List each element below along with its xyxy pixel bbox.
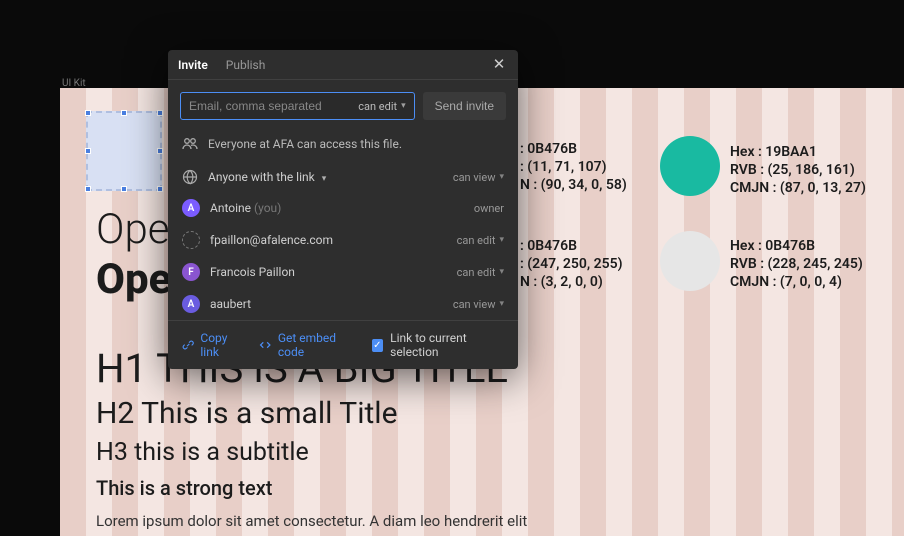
person-name: Francois Paillon xyxy=(210,265,447,279)
hex-label: : 0B476B xyxy=(520,237,623,255)
chevron-down-icon: ▾ xyxy=(499,267,504,277)
people-list: Anyone with the link ▾ can view ▾ A Anto… xyxy=(168,162,518,320)
perm-dropdown[interactable]: can edit ▾ xyxy=(457,266,504,279)
people-icon xyxy=(182,136,198,152)
hex-label: Hex : 19BAA1 xyxy=(730,143,866,161)
modal-footer: Copy link Get embed code ✓ Link to curre… xyxy=(168,320,518,369)
perm-owner: owner xyxy=(474,202,504,215)
person-row: F Francois Paillon can edit ▾ xyxy=(182,256,504,288)
chevron-down-icon[interactable]: ▾ xyxy=(322,174,327,184)
cmjn-label: CMJN : (7, 0, 0, 4) xyxy=(730,273,863,291)
person-name: Antoine (you) xyxy=(210,201,464,215)
tab-invite[interactable]: Invite xyxy=(178,52,208,78)
color-swatch-green xyxy=(660,136,720,196)
invite-modal: Invite Publish ✕ can edit ▾ Send invite … xyxy=(168,50,518,369)
perm-dropdown[interactable]: can view ▾ xyxy=(453,298,504,311)
perm-label: can view xyxy=(453,171,496,184)
person-row: A aaubert can view ▾ xyxy=(182,288,504,320)
email-input-wrap: can edit ▾ xyxy=(180,92,415,120)
cmjn-label: CMJN : (87, 0, 13, 27) xyxy=(730,179,866,197)
anyone-with-link-row: Anyone with the link ▾ can view ▾ xyxy=(182,162,504,192)
h2-text: H2 This is a small Title xyxy=(96,396,398,431)
avatar-initial: A xyxy=(188,299,195,310)
resize-handle[interactable] xyxy=(157,110,163,116)
paragraph-text: Lorem ipsum dolor sit amet consectetur. … xyxy=(96,510,527,533)
color-info-left-bot: : 0B476B : (247, 250, 255) N : (3, 2, 0,… xyxy=(520,237,623,292)
resize-handle[interactable] xyxy=(121,110,127,116)
anyone-link-text: Anyone with the link xyxy=(208,170,315,184)
cmjn-label: N : (3, 2, 0, 0) xyxy=(520,273,623,291)
copy-link-label: Copy link xyxy=(200,331,243,359)
perm-dropdown[interactable]: can view ▾ xyxy=(453,171,504,184)
hex-label: : 0B476B xyxy=(520,140,627,158)
invite-row: can edit ▾ Send invite xyxy=(168,80,518,132)
modal-header: Invite Publish ✕ xyxy=(168,50,518,80)
avatar: A xyxy=(182,295,200,313)
resize-handle[interactable] xyxy=(121,186,127,192)
tab-publish[interactable]: Publish xyxy=(226,52,266,78)
open-light-text: Ope xyxy=(96,205,169,254)
avatar-initial: A xyxy=(188,203,195,214)
person-name: fpaillon@afalence.com xyxy=(210,233,447,247)
perm-label: can edit xyxy=(457,266,496,279)
resize-handle[interactable] xyxy=(85,110,91,116)
rvb-label: : (247, 250, 255) xyxy=(520,255,623,273)
strong-text: This is a strong text xyxy=(96,476,272,500)
rvb-label: RVB : (25, 186, 161) xyxy=(730,161,866,179)
link-icon xyxy=(182,338,194,352)
resize-handle[interactable] xyxy=(157,148,163,154)
resize-handle[interactable] xyxy=(85,186,91,192)
perm-label: can edit xyxy=(457,234,496,247)
embed-label: Get embed code xyxy=(278,331,356,359)
h3-text: H3 this is a subtitle xyxy=(96,438,309,467)
copy-link-button[interactable]: Copy link xyxy=(182,331,243,359)
perm-label: can edit xyxy=(358,100,397,113)
access-info-text: Everyone at AFA can access this file. xyxy=(208,137,402,151)
rvb-label: : (11, 71, 107) xyxy=(520,158,627,176)
resize-handle[interactable] xyxy=(157,186,163,192)
name-text: Antoine xyxy=(210,201,251,215)
close-icon[interactable]: ✕ xyxy=(490,57,508,72)
uikit-label: UI Kit xyxy=(62,78,86,89)
you-label: (you) xyxy=(254,201,281,215)
chevron-down-icon: ▾ xyxy=(499,235,504,245)
perm-dropdown[interactable]: can edit ▾ xyxy=(457,234,504,247)
person-row: A Antoine (you) owner xyxy=(182,192,504,224)
color-info-left-top: : 0B476B : (11, 71, 107) N : (90, 34, 0,… xyxy=(520,140,627,195)
cmjn-label: N : (90, 34, 0, 58) xyxy=(520,176,627,194)
globe-icon xyxy=(182,169,198,185)
person-row: fpaillon@afalence.com can edit ▾ xyxy=(182,224,504,256)
selection-frame[interactable] xyxy=(86,111,162,191)
send-invite-button[interactable]: Send invite xyxy=(423,92,506,120)
hex-label: Hex : 0B476B xyxy=(730,237,863,255)
avatar: F xyxy=(182,263,200,281)
color-info-right-top: Hex : 19BAA1 RVB : (25, 186, 161) CMJN :… xyxy=(730,143,866,198)
color-info-right-bot: Hex : 0B476B RVB : (228, 245, 245) CMJN … xyxy=(730,237,863,292)
email-input[interactable] xyxy=(189,99,358,113)
checkbox-icon[interactable]: ✓ xyxy=(372,339,384,352)
avatar-initial: F xyxy=(188,267,194,278)
chevron-down-icon: ▾ xyxy=(499,172,504,182)
open-bold-text: Ope xyxy=(96,255,171,304)
link-selection-label: Link to current selection xyxy=(390,331,504,359)
chevron-down-icon: ▾ xyxy=(401,101,406,111)
resize-handle[interactable] xyxy=(85,148,91,154)
color-swatch-grey xyxy=(660,231,720,291)
anyone-link-label: Anyone with the link ▾ xyxy=(208,170,443,184)
pending-avatar-icon xyxy=(182,231,200,249)
access-info: Everyone at AFA can access this file. xyxy=(168,132,518,162)
embed-code-button[interactable]: Get embed code xyxy=(259,331,355,359)
code-icon xyxy=(259,338,271,352)
avatar: A xyxy=(182,199,200,217)
link-selection-toggle[interactable]: ✓ Link to current selection xyxy=(372,331,504,359)
rvb-label: RVB : (228, 245, 245) xyxy=(730,255,863,273)
perm-select[interactable]: can edit ▾ xyxy=(358,100,405,113)
person-name: aaubert xyxy=(210,297,443,311)
chevron-down-icon: ▾ xyxy=(499,299,504,309)
perm-label: can view xyxy=(453,298,496,311)
